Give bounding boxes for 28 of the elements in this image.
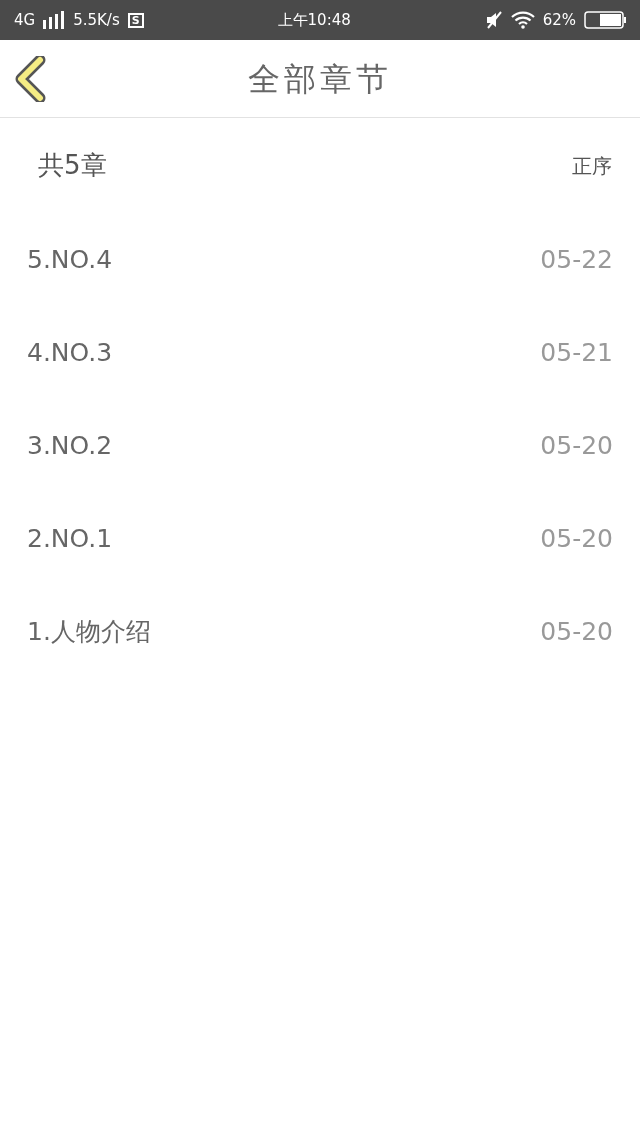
back-button[interactable]	[14, 56, 46, 102]
network-label: 4G	[14, 9, 36, 31]
chapter-title: 2.NO.1	[27, 522, 113, 555]
chapter-date: 05-20	[540, 522, 613, 555]
sort-button[interactable]: 正序	[572, 150, 612, 181]
chapter-date: 05-22	[540, 243, 613, 276]
chapter-title: 3.NO.2	[27, 429, 113, 462]
chapter-item[interactable]: 2.NO.1 05-20	[0, 492, 640, 585]
chapter-title: 5.NO.4	[27, 243, 113, 276]
chapter-item[interactable]: 5.NO.4 05-22	[0, 213, 640, 306]
chapter-date: 05-20	[540, 429, 613, 462]
speed-label: 5.5K/s	[73, 9, 120, 31]
chapter-date: 05-21	[540, 336, 613, 369]
page-title: 全部章节	[248, 58, 392, 100]
chapter-item[interactable]: 1.人物介绍 05-20	[0, 585, 640, 678]
battery-label: 62%	[542, 9, 576, 31]
chapter-title: 4.NO.3	[27, 336, 113, 369]
battery-icon	[584, 11, 626, 29]
chapter-count: 共5章	[38, 149, 107, 182]
wifi-icon	[510, 11, 535, 29]
notification-icon: S	[127, 12, 144, 28]
signal-icon	[43, 11, 66, 29]
chapter-item[interactable]: 4.NO.3 05-21	[0, 306, 640, 399]
chapter-title: 1.人物介绍	[27, 615, 151, 648]
mute-icon	[484, 11, 503, 29]
chapter-date: 05-20	[540, 615, 613, 648]
clock-label: 上午10:48	[277, 9, 351, 31]
chapter-item[interactable]: 3.NO.2 05-20	[0, 399, 640, 492]
